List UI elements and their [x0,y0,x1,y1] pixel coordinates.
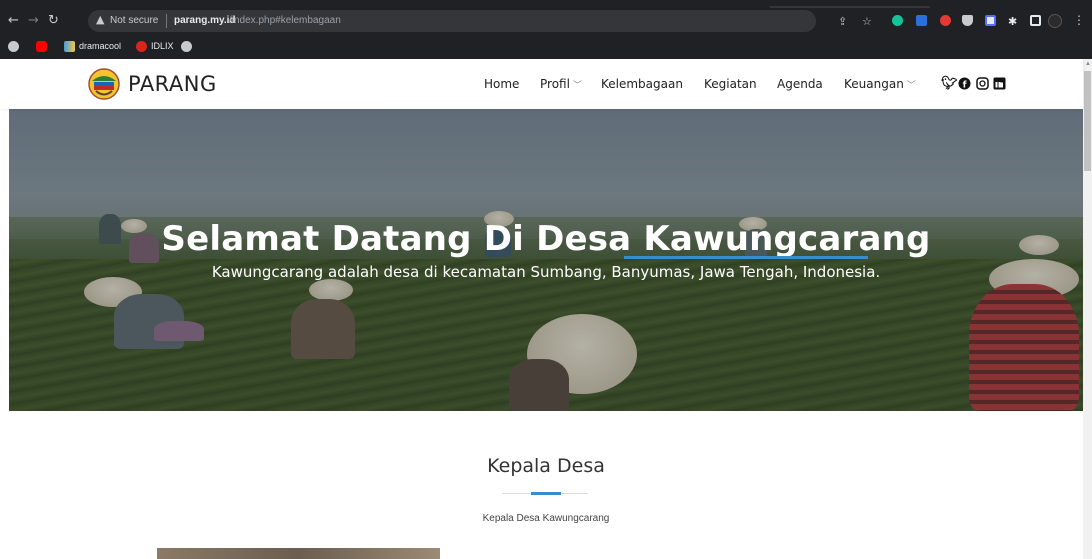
hero-title-prefix: Selamat Datang Di Desa [161,219,632,259]
nav-agenda[interactable]: Agenda [777,77,823,91]
bookmark-label: IDLIX [151,41,174,51]
section-divider-accent [531,492,561,495]
warning-icon[interactable]: ▲ [96,13,104,26]
puzzle-icon[interactable]: ✱ [1008,15,1017,28]
back-icon[interactable]: ← [8,14,19,27]
hero-title: Selamat Datang Di Desa Kawungcarang [9,219,1083,259]
bookmark-youtube[interactable] [36,40,47,52]
linkedin-icon[interactable] [993,77,1006,90]
village-head-photo [157,548,440,559]
scroll-thumb[interactable] [1084,71,1091,171]
url-path: /index.php#kelembagaan [229,15,341,26]
section-subtitle: Kepala Desa Kawungcarang [482,513,610,524]
youtube-icon [36,40,47,52]
nav-home[interactable]: Home [484,77,519,91]
village-logo[interactable] [88,67,120,101]
bookmark-dramacool[interactable]: dramacool [64,40,121,52]
facebook-icon[interactable]: f [958,77,971,90]
nav-kelembagaan[interactable]: Kelembagaan [601,77,683,91]
chevron-down-icon: ﹀ [906,81,916,91]
brand-name[interactable]: PARANG [128,72,217,96]
nav-label: Keuangan [844,77,904,91]
reload-icon[interactable]: ↻ [48,14,59,27]
grammarly-icon[interactable] [892,15,903,26]
profile-avatar[interactable] [1048,14,1062,28]
bookmark-globe[interactable] [8,40,19,52]
page-scrollbar[interactable]: ▲ [1083,59,1092,559]
bookmark-label: dramacool [79,41,122,51]
security-label: Not secure [110,15,159,26]
hero-title-underline [624,256,868,259]
share-icon[interactable]: ⇪ [838,15,847,28]
nav-kegiatan[interactable]: Kegiatan [704,77,757,91]
star-icon[interactable]: ☆ [862,15,872,28]
extension-icon[interactable] [985,15,996,26]
nav-label: Agenda [777,77,823,91]
nav-label: Home [484,77,520,91]
svg-text:f: f [963,81,967,91]
nav-label: Kelembagaan [601,77,683,91]
globe-icon [8,40,19,52]
divider [166,14,167,28]
scroll-up-icon[interactable]: ▲ [1085,61,1091,67]
instagram-icon[interactable] [976,77,989,90]
hero-overlay [9,109,1083,411]
nav-profil[interactable]: Profil ﹀ [540,77,582,91]
bookmarks-bar: dramacool IDLIX [0,33,1092,59]
url-host: parang.my.id [174,15,236,26]
folder-icon [64,40,75,52]
bookmark-idlix[interactable]: IDLIX [136,40,174,52]
sidebar-icon[interactable] [1030,15,1041,26]
menu-icon[interactable]: ⋮ [1073,13,1085,27]
chevron-down-icon: ﹀ [572,81,582,91]
nav-label: Kegiatan [704,77,757,91]
extension-icon[interactable] [940,15,951,26]
browser-toolbar: ← → ↻ ▲ Not secure parang.my.id /index.p… [0,0,1092,33]
globe-icon [181,40,192,52]
section-title: Kepala Desa [487,455,605,477]
hero-subtitle: Kawungcarang adalah desa di kecamatan Su… [211,263,881,281]
bookmark-globe-2[interactable] [181,40,192,52]
idlix-icon [136,40,147,52]
nav-label: Profil [540,77,570,91]
address-bar[interactable]: ▲ Not secure parang.my.id /index.php#kel… [88,10,816,32]
twitter-icon[interactable]: 🐦︎ [941,76,958,91]
hero-title-highlight: Kawungcarang [643,219,931,259]
nav-keuangan[interactable]: Keuangan ﹀ [844,77,916,91]
extension-icon[interactable] [916,15,927,26]
site-header: PARANG Home Profil ﹀ Kelembagaan Kegiatan… [0,59,1083,109]
tab-strip [0,0,1092,8]
forward-icon[interactable]: → [28,14,39,27]
hero-banner: Selamat Datang Di Desa Kawungcarang Kawu… [9,109,1083,411]
shield-icon[interactable] [962,15,973,26]
